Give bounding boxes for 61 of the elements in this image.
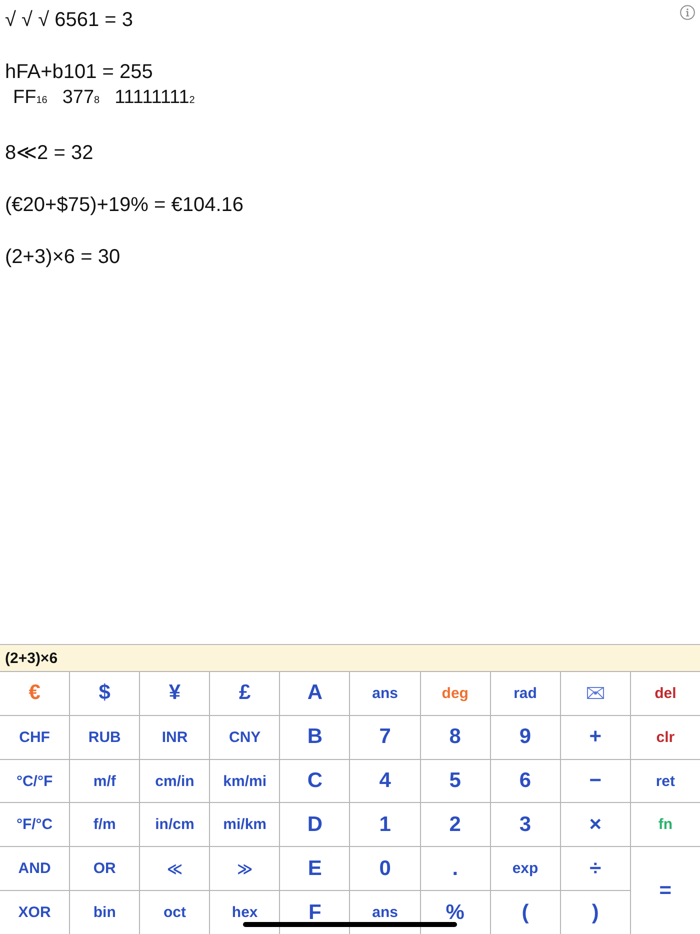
keypad-key[interactable]: cm/in <box>140 760 210 802</box>
keypad-key[interactable]: CHF <box>0 716 70 759</box>
keypad-key[interactable]: RUB <box>70 716 140 759</box>
history-expression: (2+3)×6 = 30 <box>5 245 122 270</box>
keypad-key[interactable]: 3 <box>490 803 560 846</box>
keypad-key[interactable]: CNY <box>210 716 280 759</box>
keypad-key[interactable]: 9 <box>490 716 560 759</box>
keypad-key[interactable]: $ <box>70 672 140 715</box>
keypad-key[interactable]: B <box>280 716 350 759</box>
history-expression: √ √ √ 6561 = 3 <box>5 8 134 33</box>
keypad-key[interactable]: del <box>630 672 700 715</box>
keypad-key[interactable]: °F/°C <box>0 803 70 846</box>
keypad-key[interactable]: hex <box>210 891 280 934</box>
keypad-key[interactable]: rad <box>490 672 560 715</box>
keypad-key[interactable]: % <box>420 891 490 934</box>
keypad-key[interactable]: − <box>560 760 630 802</box>
keypad-key[interactable]: ret <box>630 760 700 802</box>
keypad-key[interactable]: INR <box>140 716 210 759</box>
keypad-key[interactable]: ≪ <box>140 847 210 890</box>
keypad-key[interactable]: A <box>280 672 350 715</box>
history-expression: 8≪2 = 32 <box>5 141 94 166</box>
keypad-key[interactable]: D <box>280 803 350 846</box>
keypad-key[interactable]: ÷ <box>560 847 630 890</box>
expression-field[interactable]: (2+3)×6 <box>0 644 700 671</box>
keypad-key[interactable]: OR <box>70 847 140 890</box>
keypad-key[interactable]: ≫ <box>210 847 280 890</box>
keypad-key[interactable]: m/f <box>70 760 140 802</box>
keypad-key[interactable]: km/mi <box>210 760 280 802</box>
keypad-key[interactable]: XOR <box>0 891 70 934</box>
keypad-key[interactable]: AND <box>0 847 70 890</box>
history-expression: (€20+$75)+19% = €104.16 <box>5 193 244 218</box>
keypad-key[interactable]: ans <box>350 672 420 715</box>
keypad-key[interactable]: . <box>420 847 490 890</box>
keypad-key[interactable]: 0 <box>350 847 420 890</box>
keypad-key[interactable]: 6 <box>490 760 560 802</box>
keypad-key[interactable]: bin <box>70 891 140 934</box>
keypad-key[interactable]: = <box>630 847 700 934</box>
keypad-key[interactable]: 4 <box>350 760 420 802</box>
keypad-key[interactable]: clr <box>630 716 700 759</box>
keypad-key[interactable]: £ <box>210 672 280 715</box>
keypad-key[interactable]: in/cm <box>140 803 210 846</box>
keypad-key[interactable]: exp <box>490 847 560 890</box>
keypad-key[interactable]: C <box>280 760 350 802</box>
history-expression: hFA+b101 = 255 <box>5 60 154 85</box>
keypad-key[interactable]: 7 <box>350 716 420 759</box>
keypad-key[interactable]: oct <box>140 891 210 934</box>
keypad-key[interactable]: E <box>280 847 350 890</box>
keypad-key[interactable]: 2 <box>420 803 490 846</box>
keypad-key[interactable]: 8 <box>420 716 490 759</box>
keypad-key[interactable]: + <box>560 716 630 759</box>
keypad-key[interactable]: mi/km <box>210 803 280 846</box>
keypad-key[interactable]: f/m <box>70 803 140 846</box>
keypad-key[interactable]: × <box>560 803 630 846</box>
keypad-key[interactable]: ( <box>490 891 560 934</box>
keypad-key[interactable]: °C/°F <box>0 760 70 802</box>
keypad-key[interactable]: 5 <box>420 760 490 802</box>
keypad-key[interactable]: ¥ <box>140 672 210 715</box>
keypad-key[interactable]: ) <box>560 891 630 934</box>
envelope-key[interactable] <box>560 672 630 715</box>
keypad-key[interactable]: 1 <box>350 803 420 846</box>
info-icon[interactable] <box>680 5 695 20</box>
